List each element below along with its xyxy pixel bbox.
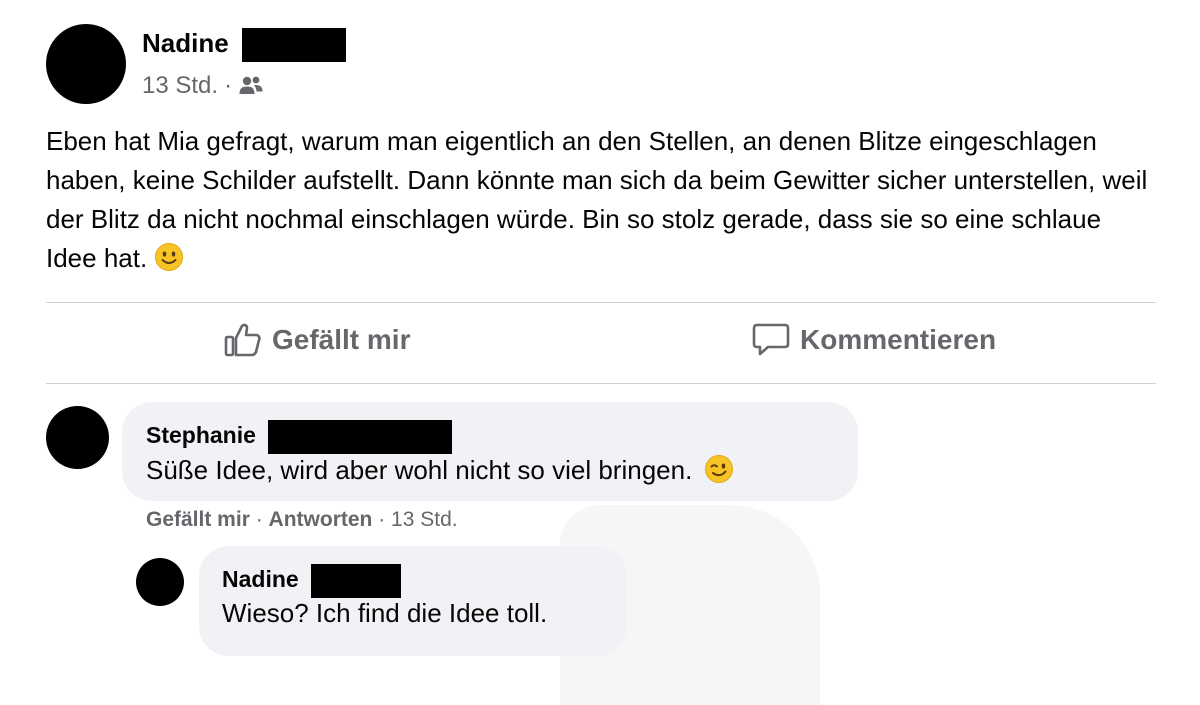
reply-author-avatar[interactable] — [136, 558, 184, 606]
comment-label: Kommentieren — [800, 324, 997, 355]
comment-bubble-icon — [752, 322, 790, 358]
redacted-surname — [311, 564, 402, 598]
comment-like-link[interactable]: Gefällt mir — [146, 508, 250, 531]
post-meta: 13 Std. · — [142, 72, 264, 100]
like-label: Gefällt mir — [272, 324, 411, 355]
comment-actions: Gefällt mir · Antworten · 13 Std. — [146, 508, 458, 532]
comment-author-name[interactable]: Stephanie — [146, 420, 453, 454]
post-author-name[interactable]: Nadine — [142, 28, 346, 63]
reply-text-content: Wieso? Ich find die Idee toll. — [222, 598, 548, 628]
post-time[interactable]: 13 Std. — [142, 72, 218, 100]
post-text: Eben hat Mia gefragt, warum man eigentli… — [46, 122, 1156, 278]
separator: · — [378, 508, 392, 531]
like-button[interactable]: Gefällt mir — [224, 322, 410, 358]
comment-time[interactable]: 13 Std. — [391, 508, 458, 531]
reply-author-name[interactable]: Nadine — [222, 564, 402, 598]
post-text-content: Eben hat Mia gefragt, warum man eigentli… — [46, 126, 1148, 273]
comment-reply-link[interactable]: Antworten — [269, 508, 373, 531]
comment-text: Süße Idee, wird aber wohl nicht so viel … — [146, 454, 734, 486]
meta-separator: · — [224, 72, 233, 99]
redacted-surname — [268, 420, 453, 454]
redacted-surname — [241, 28, 346, 63]
divider-top — [46, 302, 1156, 303]
separator: · — [255, 508, 269, 531]
comment-author-avatar[interactable] — [46, 406, 109, 469]
reply-text: Wieso? Ich find die Idee toll. — [222, 598, 547, 629]
friends-icon[interactable] — [238, 75, 264, 97]
winking-face-icon — [704, 454, 734, 484]
reply-author-name-text[interactable]: Nadine — [222, 566, 299, 592]
post-author-avatar[interactable] — [46, 24, 126, 104]
divider-bottom — [46, 383, 1156, 384]
thumbs-up-icon — [224, 322, 262, 358]
slightly-smiling-face-icon — [154, 242, 184, 272]
comment-text-content: Süße Idee, wird aber wohl nicht so viel … — [146, 455, 693, 485]
post-author-name-text[interactable]: Nadine — [142, 28, 229, 58]
comment-button[interactable]: Kommentieren — [752, 322, 996, 358]
comment-author-name-text[interactable]: Stephanie — [146, 422, 256, 448]
